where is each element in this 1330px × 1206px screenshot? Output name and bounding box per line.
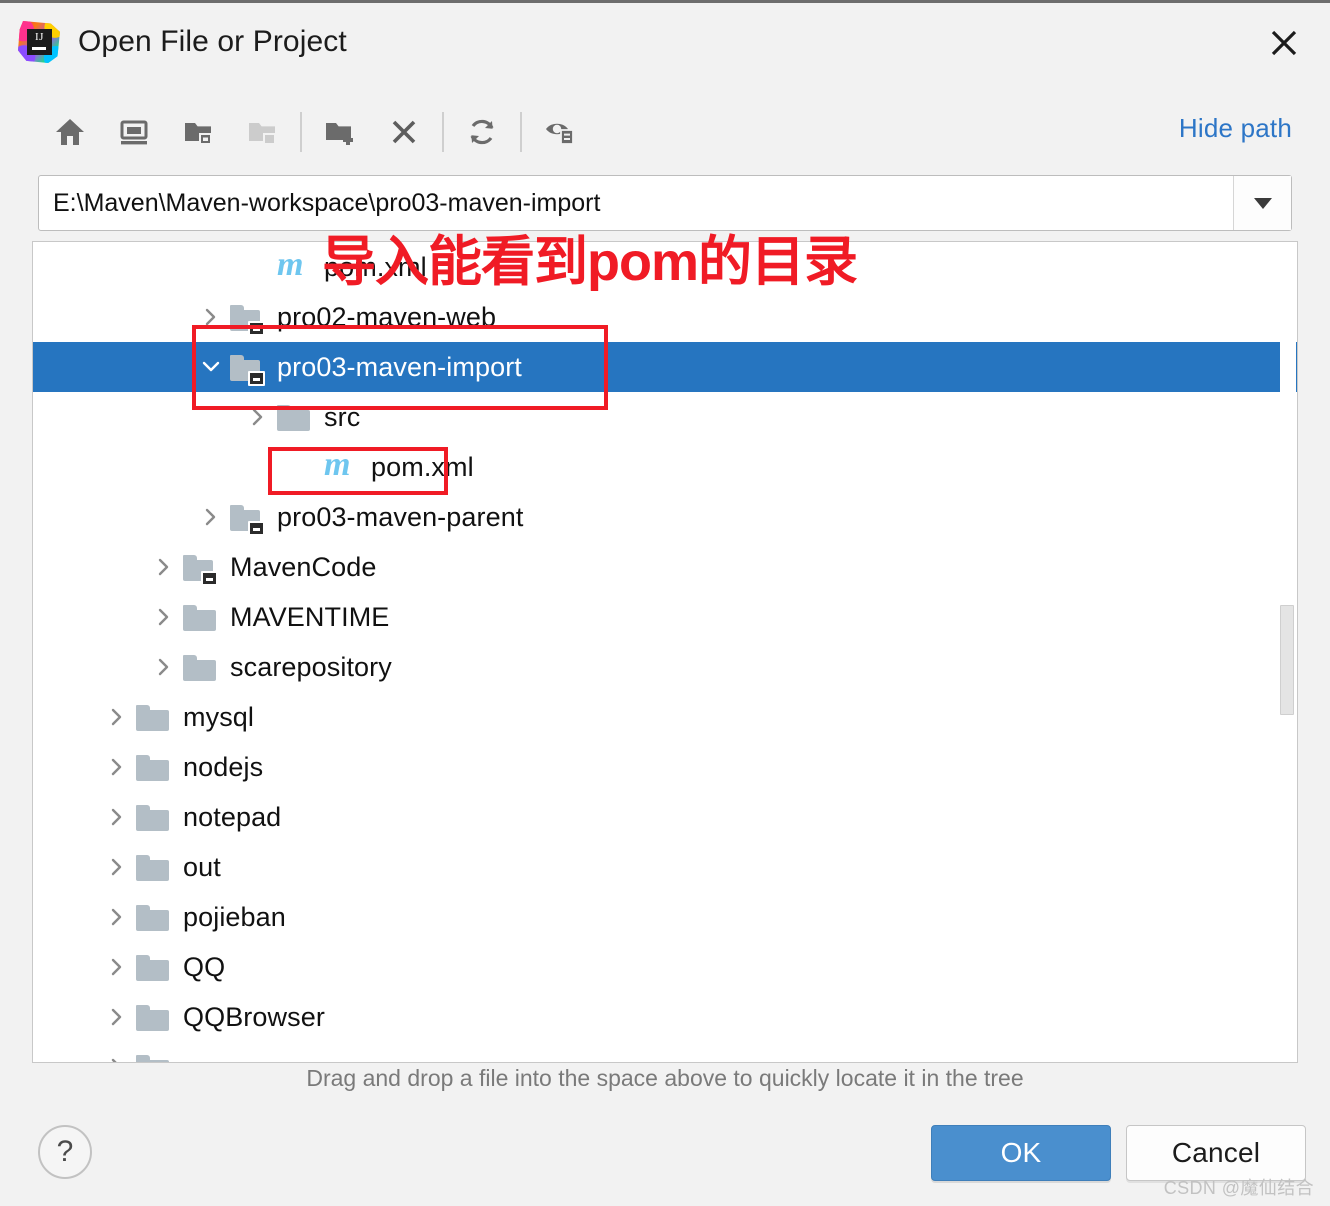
chevron-right-icon[interactable]	[147, 592, 181, 642]
chevron-right-icon[interactable]	[194, 492, 228, 542]
tree-row[interactable]: QQBrowser	[33, 992, 1297, 1042]
maven-pom-icon: m	[277, 246, 304, 283]
chevron-right-icon[interactable]	[147, 542, 181, 592]
tree-row[interactable]: nodejs	[33, 742, 1297, 792]
folder-icon	[134, 700, 172, 734]
tree-row[interactable]: pro03-maven-import	[33, 342, 1297, 392]
tree-twisty-placeholder	[241, 242, 275, 292]
folder-icon	[181, 600, 219, 634]
toolbar-divider	[300, 112, 302, 152]
project-folder-icon[interactable]	[166, 103, 230, 161]
tree-row[interactable]: m pom.xml	[33, 242, 1297, 292]
tree-row[interactable]: mysql	[33, 692, 1297, 742]
folder-icon	[134, 750, 172, 784]
chevron-right-icon[interactable]	[194, 292, 228, 342]
ok-button[interactable]: OK	[931, 1125, 1111, 1181]
tree-row[interactable]: QQ	[33, 942, 1297, 992]
help-button[interactable]: ?	[38, 1125, 92, 1179]
folder-icon	[228, 350, 266, 386]
toolbar-divider	[520, 112, 522, 152]
chevron-right-icon[interactable]	[100, 892, 134, 942]
file-tree-panel[interactable]: m pom.xml pro02-maven-web pro03-maven-impor…	[32, 241, 1298, 1063]
tree-row-label: pro03-maven-import	[277, 351, 522, 382]
tree-row[interactable]: pojieban	[33, 892, 1297, 942]
desktop-icon[interactable]	[102, 103, 166, 161]
new-folder-icon[interactable]	[308, 103, 372, 161]
maven-pom-icon: m	[324, 446, 351, 483]
path-dropdown-button[interactable]	[1233, 176, 1291, 230]
folder-icon	[275, 400, 313, 434]
folder-icon	[134, 950, 172, 984]
tree-row[interactable]: notepad	[33, 792, 1297, 842]
chevron-right-icon[interactable]	[100, 942, 134, 992]
tree-row-label: out	[183, 851, 221, 882]
chevron-right-icon[interactable]	[100, 742, 134, 792]
tree-row[interactable]: out	[33, 842, 1297, 892]
folder-icon	[134, 850, 172, 884]
folder-icon	[228, 300, 266, 336]
folder-icon	[134, 900, 172, 934]
folder-icon	[134, 1000, 172, 1034]
dialog-toolbar	[38, 103, 592, 161]
chevron-right-icon[interactable]	[241, 392, 275, 442]
chevron-right-icon[interactable]	[100, 792, 134, 842]
tree-row-label: scarepository	[230, 651, 392, 682]
drag-drop-hint: Drag and drop a file into the space abov…	[306, 1065, 1024, 1091]
tree-row-label: pro02-maven-web	[277, 301, 497, 332]
tree-scrollbar-thumb[interactable]	[1280, 605, 1294, 715]
folder-icon	[134, 800, 172, 834]
chevron-right-icon[interactable]	[100, 1042, 134, 1062]
chevron-right-icon[interactable]	[147, 642, 181, 692]
tree-row-label: notepad	[183, 801, 282, 832]
chevron-right-icon[interactable]	[100, 842, 134, 892]
folder-icon	[134, 1050, 172, 1062]
tree-row[interactable]: pro03-maven-parent	[33, 492, 1297, 542]
chevron-down-icon[interactable]	[194, 342, 228, 392]
tree-row[interactable]: pro02-maven-web	[33, 292, 1297, 342]
tree-row-label: MAVENTIME	[230, 601, 390, 632]
page-title: Open File or Project	[78, 25, 347, 58]
home-icon[interactable]	[38, 103, 102, 161]
path-field-row	[38, 175, 1292, 231]
chevron-right-icon[interactable]	[100, 992, 134, 1042]
tree-row-label: QQ	[183, 951, 226, 982]
tree-row[interactable]: src	[33, 392, 1297, 442]
logo-text: IJ	[35, 31, 44, 43]
close-icon[interactable]	[1264, 23, 1304, 63]
tree-row[interactable]: MavenCode	[33, 542, 1297, 592]
intellij-idea-logo-icon: IJ	[18, 21, 60, 63]
show-hidden-files-icon[interactable]	[528, 103, 592, 161]
tree-row-label: pojieban	[183, 901, 286, 932]
open-file-or-project-dialog: IJ Open File or Project Hide path E:\Mav…	[0, 0, 1330, 1206]
csdn-watermark: CSDN @魔仙结合	[1163, 1178, 1314, 1198]
tree-row-label: QQBrowser	[183, 1001, 325, 1032]
chevron-down-icon	[1253, 197, 1272, 209]
refresh-icon[interactable]	[450, 103, 514, 161]
folder-icon	[228, 500, 266, 536]
up-folder-icon	[230, 103, 294, 161]
tree-row[interactable]: MAVENTIME	[33, 592, 1297, 642]
folder-icon	[181, 650, 219, 684]
cancel-button[interactable]: Cancel	[1126, 1125, 1306, 1181]
tree-row-label: pom.xml	[371, 451, 474, 482]
tree-row[interactable]	[33, 1042, 1297, 1062]
tree-row[interactable]: scarepository	[33, 642, 1297, 692]
tree-scrollbar-track[interactable]	[1280, 243, 1296, 1061]
tree-row-label: pom.xml	[324, 251, 427, 282]
tree-row[interactable]: m pom.xml	[33, 442, 1297, 492]
tree-row-label: src	[324, 401, 361, 432]
chevron-right-icon[interactable]	[100, 692, 134, 742]
hide-path-link[interactable]: Hide path	[1179, 113, 1292, 144]
delete-icon[interactable]	[372, 103, 436, 161]
tree-row-label: nodejs	[183, 751, 264, 782]
tree-row-label: pro03-maven-parent	[277, 501, 524, 532]
toolbar-divider	[442, 112, 444, 152]
dialog-titlebar: IJ Open File or Project	[0, 3, 1330, 81]
folder-icon	[181, 550, 219, 586]
tree-twisty-placeholder	[288, 442, 322, 492]
path-input[interactable]	[39, 176, 1233, 230]
tree-row-label: MavenCode	[230, 551, 377, 582]
file-tree: m pom.xml pro02-maven-web pro03-maven-impor…	[33, 242, 1297, 1062]
tree-row-label: mysql	[183, 701, 255, 732]
